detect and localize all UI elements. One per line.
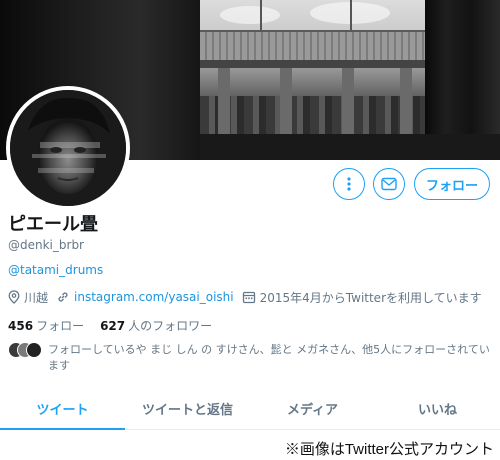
following-label[interactable]: フォロー <box>36 317 84 334</box>
user-handle: @denki_brbr <box>8 238 84 252</box>
bio-mention-link[interactable]: @tatami_drums <box>8 263 103 277</box>
display-name: ピエール畳 <box>8 214 98 235</box>
followers-avatar-stack <box>8 342 44 358</box>
profile-avatar[interactable] <box>6 86 130 210</box>
train-window-view <box>200 0 428 142</box>
more-button[interactable] <box>333 168 365 200</box>
link-icon <box>58 292 68 302</box>
followers-you-know-text: フォローしているや まじ しん の すけさん、髭と メガネさん、他5人にフォロー… <box>48 343 490 372</box>
tab-tweets-and-replies[interactable]: ツイートと返信 <box>125 388 250 429</box>
tab-tweets[interactable]: ツイート <box>0 388 125 430</box>
avatar <box>26 342 42 358</box>
location-item: 川越 <box>8 289 48 306</box>
message-button[interactable] <box>373 168 405 200</box>
profile-tabs: ツイート ツイートと返信 メディア いいね <box>0 388 500 430</box>
joined-text: 2015年4月からTwitterを利用しています <box>259 290 482 305</box>
following-count[interactable]: 456 <box>8 319 33 333</box>
joined-item: 2015年4月からTwitterを利用しています <box>242 289 482 306</box>
tab-media[interactable]: メディア <box>250 388 375 429</box>
tab-likes[interactable]: いいね <box>375 388 500 429</box>
avatar-portrait-image <box>10 90 126 206</box>
follow-button[interactable]: フォロー <box>414 168 490 200</box>
followers-you-know[interactable]: フォローしているや まじ しん の すけさん、髭と メガネさん、他5人にフォロー… <box>8 340 492 374</box>
website-item[interactable]: instagram.com/yasai_oishi <box>56 290 234 304</box>
image-credit-caption: ※画像はTwitter公式アカウント <box>284 441 494 458</box>
calendar-icon <box>242 291 255 304</box>
website-link[interactable]: instagram.com/yasai_oishi <box>74 290 234 304</box>
more-vertical-icon <box>347 177 351 191</box>
followers-count[interactable]: 627 <box>100 319 125 333</box>
followers-label[interactable]: 人のフォロワー <box>128 317 212 334</box>
location-pin-icon <box>8 290 20 304</box>
envelope-icon <box>381 177 397 191</box>
follow-stats: 456 フォロー 627 人のフォロワー <box>8 317 228 334</box>
profile-meta-row: 川越 instagram.com/yasai_oishi 2015年4月からTw… <box>8 288 490 306</box>
location-text: 川越 <box>24 290 49 305</box>
